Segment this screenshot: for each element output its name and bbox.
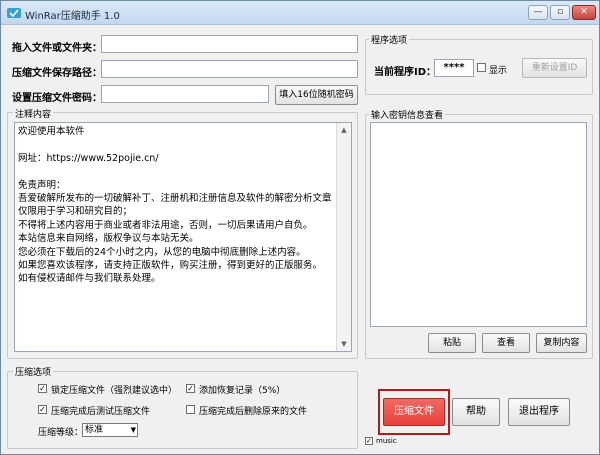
current-id-label: 当前程序ID： [374,67,437,78]
notes-line: 吾爱破解所发布的一切破解补丁、注册机和注册信息及软件的解密分析文章 [18,192,332,204]
delete-original-checkbox[interactable] [186,405,195,414]
notes-line: 不得将上述内容用于商业或者非法用途，否则，一切后果请用户自负。 [18,219,313,231]
exit-button[interactable]: 退出程序 [508,398,570,426]
app-icon [7,8,21,18]
recovery-record-checkbox[interactable]: ✓ [186,384,195,393]
notes-line: 仅限用于学习和研究目的； [18,206,133,218]
close-button[interactable]: ✕ [572,5,596,20]
program-options-title: 程序选项 [369,33,410,46]
current-id-field[interactable]: **** [434,59,474,77]
notes-line: 如有侵权请邮件与我们联系处理。 [18,273,161,285]
app-window: WinRar压缩助手 1.0 — ▫ ✕ 拖入文件或文件夹： 压缩文件保存路径：… [0,0,600,455]
recovery-record-label: 添加恢复记录（5%） [199,386,286,396]
notes-line [15,138,337,151]
notes-textarea[interactable]: 欢迎使用本软件 网址：https://www.52pojie.cn/ 免责声明：… [14,122,352,352]
drag-files-label: 拖入文件或文件夹： [12,43,102,54]
delete-original-label: 压缩完成后删除原来的文件 [199,407,308,417]
copy-content-button[interactable]: 复制内容 [536,333,587,353]
compression-level-select[interactable]: 标准 ▼ [82,423,138,437]
password-input[interactable] [101,85,269,103]
notes-line: 您必须在下载后的24个小时之内，从您的电脑中彻底删除上述内容。 [18,246,306,258]
maximize-button[interactable]: ▫ [550,5,570,20]
notes-line [15,165,337,178]
show-id-label: 显示 [489,66,508,76]
notes-title: 注释内容 [13,107,54,120]
random-password-button[interactable]: 填入16位随机密码 [275,85,358,105]
window-title: WinRar压缩助手 1.0 [25,11,120,22]
lock-file-checkbox[interactable]: ✓ [38,384,47,393]
notes-text: 欢迎使用本软件 网址：https://www.52pojie.cn/ 免责声明：… [15,125,337,286]
password-label: 设置压缩文件密码： [12,93,102,104]
scroll-down-icon[interactable]: ▼ [337,337,351,351]
notes-line: 欢迎使用本软件 [18,126,85,137]
key-info-textarea[interactable] [370,122,587,327]
notes-line: 网址：https://www.52pojie.cn/ [18,152,159,164]
help-button[interactable]: 帮助 [452,398,500,426]
compress-button[interactable]: 压缩文件 [383,398,445,426]
save-path-input[interactable] [101,60,358,78]
scroll-up-icon[interactable]: ▲ [337,123,351,137]
lock-file-label: 锁定压缩文件（强烈建议选中） [51,386,178,396]
notes-line: 免责声明： [18,179,66,191]
drag-files-input[interactable] [101,35,358,53]
compression-level-label: 压缩等级： [38,428,84,438]
music-label: music [376,437,397,445]
notes-line: 如果您喜欢该程序，请支持正版软件，购买注册，得到更好的正版服务。 [18,259,323,271]
save-path-label: 压缩文件保存路径： [12,68,102,79]
compression-level-value: 标准 [85,425,104,435]
notes-line: 本站信息来自网络，版权争议与本站无关。 [18,233,199,245]
minimize-button[interactable]: — [528,5,548,20]
test-archive-label: 压缩完成后测试压缩文件 [51,407,151,417]
chevron-down-icon: ▼ [130,426,136,434]
compress-options-title: 压缩选项 [13,365,54,378]
music-checkbox[interactable]: ✓ [365,437,373,445]
test-archive-checkbox[interactable]: ✓ [38,405,47,414]
paste-button[interactable]: 粘贴 [428,333,476,353]
notes-scrollbar[interactable]: ▲ ▼ [336,123,351,351]
title-bar[interactable]: WinRar压缩助手 1.0 — ▫ ✕ [1,1,599,25]
view-button[interactable]: 查看 [482,333,530,353]
key-info-title: 输入密钥信息查看 [369,108,446,121]
show-id-checkbox[interactable] [477,63,486,72]
reset-id-button[interactable]: 重新设置ID [522,58,587,78]
